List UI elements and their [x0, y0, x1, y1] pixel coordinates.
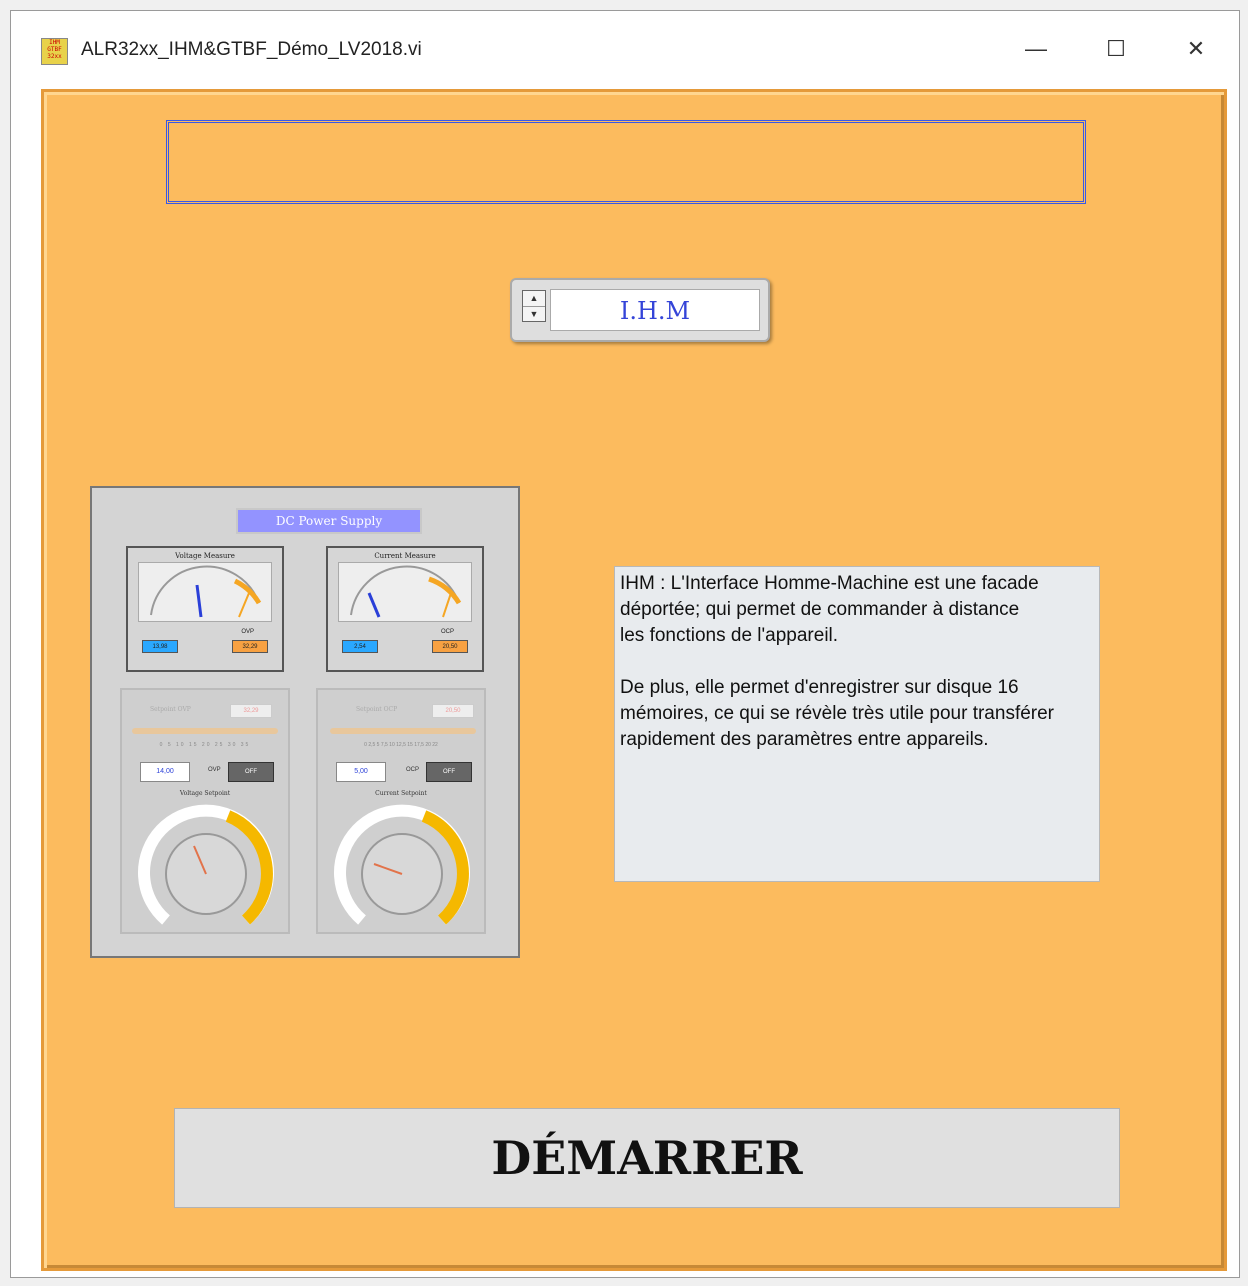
decrement-icon[interactable]: ▼ — [523, 307, 545, 322]
ovp-switch: OFF — [228, 762, 274, 782]
setpoint-ocp-label: Setpoint OCP — [356, 706, 398, 713]
current-knob-label: Current Setpoint — [375, 790, 427, 797]
voltage-knob-label: Voltage Setpoint — [179, 790, 231, 797]
current-gauge-graphic — [350, 565, 462, 618]
voltage-setpoint-panel: Setpoint OVP 32,29 0 5 10 15 20 25 30 35… — [120, 688, 290, 934]
minimize-button[interactable]: — — [1011, 29, 1061, 69]
current-meter-label: Current Measure — [374, 552, 436, 560]
ocp-switch: OFF — [426, 762, 472, 782]
preview-title: DC Power Supply — [236, 508, 422, 534]
maximize-button[interactable]: ☐ — [1091, 29, 1141, 69]
mode-ring[interactable]: ▲ ▼ I.H.M — [510, 278, 770, 342]
voltage-setpoint-value: 14,00 — [140, 762, 190, 782]
close-icon: ✕ — [1186, 36, 1206, 61]
title-bar[interactable]: IHM GTBF 32xx ALR32xx_IHM&GTBF_Démo_LV20… — [11, 11, 1239, 81]
ring-value[interactable]: I.H.M — [550, 289, 760, 331]
ocp-slider — [330, 728, 476, 734]
voltage-gauge — [138, 562, 272, 622]
ocp-caption: OCP — [440, 629, 454, 635]
ocp-switch-label: OCP — [406, 767, 420, 773]
ring-increment-buttons[interactable]: ▲ ▼ — [522, 290, 546, 322]
front-panel: ▲ ▼ I.H.M DC Power Supply Voltage Measur… — [41, 89, 1227, 1271]
app-window: IHM GTBF 32xx ALR32xx_IHM&GTBF_Démo_LV20… — [10, 10, 1240, 1278]
string-indicator — [166, 120, 1086, 204]
ovp-scale: 0 5 10 15 20 25 30 35 — [159, 742, 251, 748]
voltage-meter-label: Voltage Measure — [175, 552, 235, 560]
voltage-readout: 13,98 — [142, 640, 178, 653]
close-button[interactable]: ✕ — [1171, 29, 1221, 69]
voltage-knob — [138, 804, 274, 925]
setpoint-ovp-value: 32,29 — [230, 704, 272, 718]
app-icon-text: IHM GTBF 32xx — [47, 39, 62, 60]
description-box: IHM : L'Interface Homme-Machine est une … — [614, 566, 1100, 882]
setpoint-ovp-label: Setpoint OVP — [150, 706, 191, 713]
setpoint-ocp-value: 20,50 — [432, 704, 474, 718]
current-knob — [334, 804, 470, 925]
description-paragraph-1: IHM : L'Interface Homme-Machine est une … — [620, 573, 1039, 646]
minimize-icon: — — [1025, 36, 1047, 61]
current-meter: Current Measure OCP 2,54 20,50 — [326, 546, 484, 672]
ovp-caption: OVP — [241, 629, 254, 635]
power-supply-preview-image: DC Power Supply Voltage Measure OVP 13,9… — [90, 486, 520, 958]
ocp-readout: 20,50 — [432, 640, 468, 653]
ocp-scale: 0 2,5 5 7,5 10 12,5 15 17,5 20 22 — [364, 742, 438, 748]
ovp-slider — [132, 728, 278, 734]
voltage-gauge-graphic — [150, 565, 262, 618]
start-button[interactable]: DÉMARRER — [174, 1108, 1120, 1208]
window-title: ALR32xx_IHM&GTBF_Démo_LV2018.vi — [81, 39, 422, 60]
ovp-switch-label: OVP — [208, 767, 221, 773]
description-paragraph-2: De plus, elle permet d'enregistrer sur d… — [620, 677, 1055, 750]
increment-icon[interactable]: ▲ — [523, 291, 545, 307]
voltage-meter: Voltage Measure OVP 13,98 32,29 — [126, 546, 284, 672]
ovp-readout: 32,29 — [232, 640, 268, 653]
current-setpoint-panel: Setpoint OCP 20,50 0 2,5 5 7,5 10 12,5 1… — [316, 688, 486, 934]
maximize-icon: ☐ — [1106, 36, 1126, 61]
app-icon: IHM GTBF 32xx — [41, 38, 68, 65]
current-gauge — [338, 562, 472, 622]
current-readout: 2,54 — [342, 640, 378, 653]
current-setpoint-value: 5,00 — [336, 762, 386, 782]
